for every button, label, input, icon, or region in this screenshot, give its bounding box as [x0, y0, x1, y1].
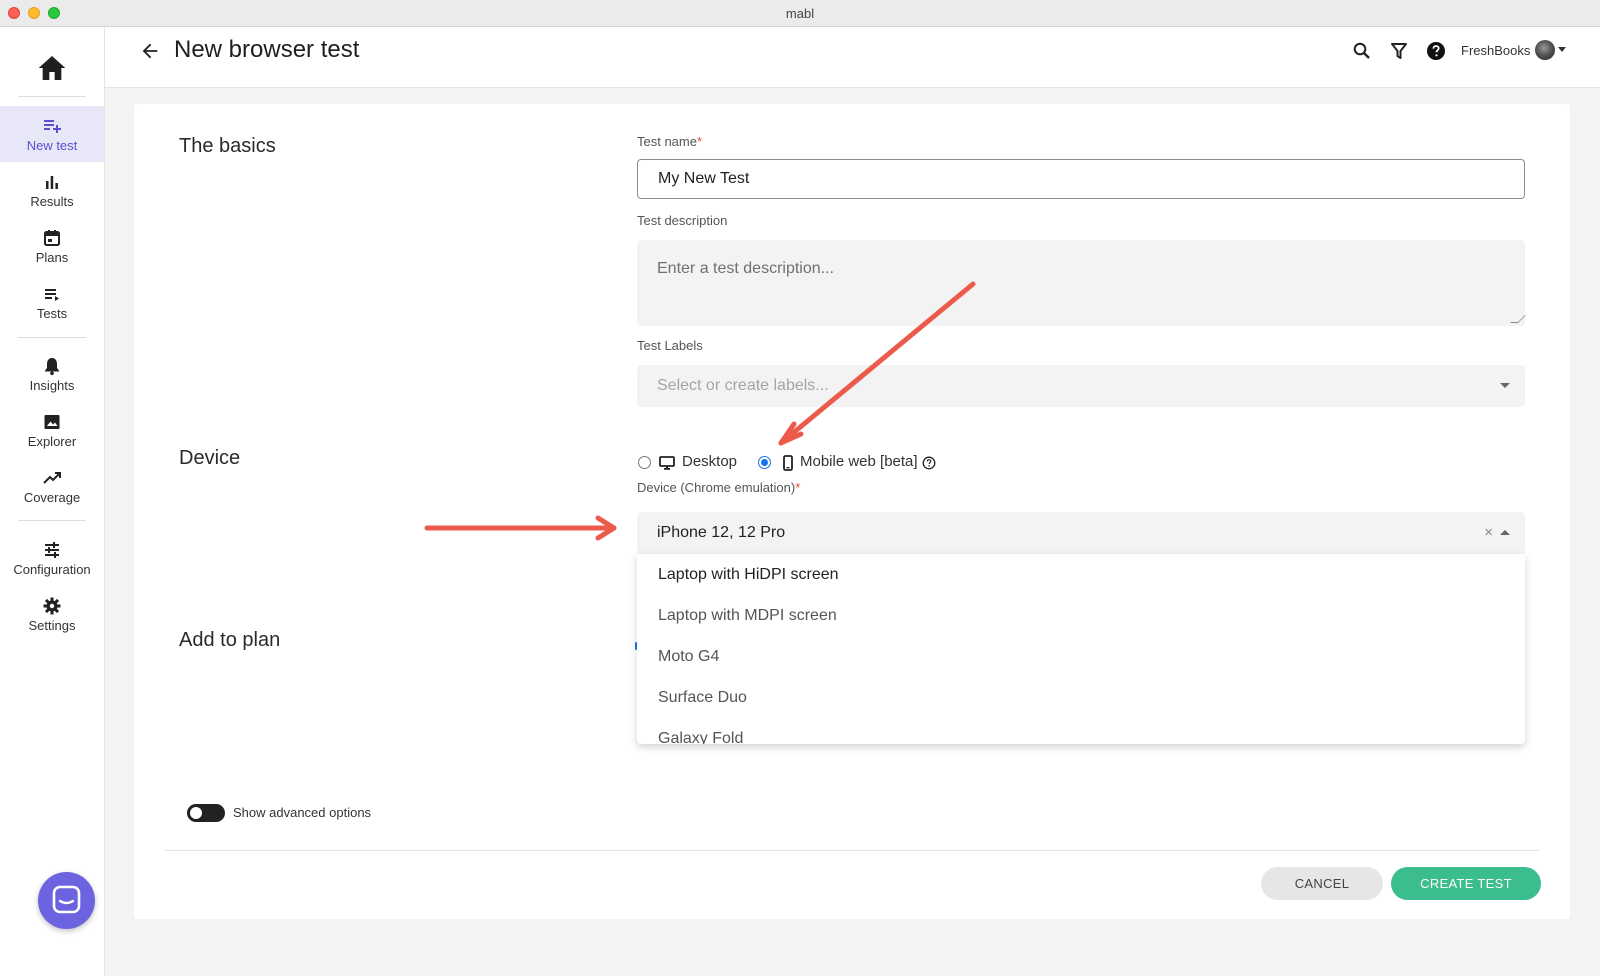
home-icon[interactable] [36, 52, 68, 84]
sidebar-item-label: Plans [35, 250, 69, 265]
sidebar-item-label: Configuration [13, 562, 91, 577]
mobile-web-radio-label[interactable]: Mobile web [beta] [800, 453, 918, 470]
chevron-down-icon [1500, 383, 1510, 388]
advanced-options-label[interactable]: Show advanced options [233, 805, 371, 820]
test-labels-label: Test Labels [637, 338, 703, 353]
window-titlebar: mabl [0, 0, 1600, 27]
section-title-add-to-plan: Add to plan [179, 629, 281, 651]
filter-icon[interactable] [1389, 41, 1409, 61]
list-play-icon [45, 289, 59, 301]
device-emulation-label: Device (Chrome emulation)* [637, 480, 800, 495]
sidebar-item-results[interactable]: Results [0, 162, 104, 218]
dropdown-option[interactable]: Moto G4 [637, 636, 1525, 678]
test-name-input[interactable]: My New Test [637, 159, 1525, 199]
support-chat-button[interactable] [38, 872, 95, 929]
image-icon [44, 415, 60, 429]
sidebar-item-explorer[interactable]: Explorer [0, 402, 104, 458]
section-title-device: Device [179, 447, 241, 469]
sliders-icon [45, 542, 59, 558]
search-icon[interactable] [1352, 41, 1372, 61]
dropdown-option[interactable]: Laptop with HiDPI screen [637, 554, 1525, 596]
chevron-down-icon[interactable] [1558, 47, 1566, 52]
test-name-label-text: Test name [637, 134, 697, 149]
sidebar-item-label: Settings [28, 618, 76, 633]
bell-icon [45, 358, 59, 376]
toggle-knob [190, 807, 202, 819]
create-test-button[interactable]: CREATE TEST [1391, 867, 1541, 900]
description-placeholder: Enter a test description... [657, 260, 834, 277]
sidebar-item-label: New test [26, 138, 78, 153]
sidebar-item-label: Tests [36, 306, 68, 321]
desktop-radio-label[interactable]: Desktop [682, 453, 737, 470]
bar-chart-icon [46, 176, 58, 189]
device-emulation-label-text: Device (Chrome emulation) [637, 480, 796, 495]
cancel-button[interactable]: CANCEL [1261, 867, 1383, 900]
device-select[interactable]: iPhone 12, 12 Pro × [637, 512, 1525, 554]
clear-selection-icon[interactable]: × [1484, 512, 1493, 554]
selected-device: iPhone 12, 12 Pro [657, 524, 786, 541]
back-arrow-icon[interactable] [139, 40, 161, 62]
sidebar-item-coverage[interactable]: Coverage [0, 458, 104, 514]
resize-handle[interactable] [1510, 315, 1526, 323]
calendar-icon [44, 230, 60, 246]
chevron-up-icon[interactable] [1500, 530, 1510, 535]
playlist-add-icon [44, 120, 61, 133]
chat-icon [52, 885, 81, 914]
sidebar-divider [18, 337, 86, 338]
sidebar-divider [18, 96, 86, 97]
sidebar-item-configuration[interactable]: Configuration [0, 530, 104, 586]
footer-divider [165, 850, 1539, 851]
sidebar-item-settings[interactable]: Settings [0, 586, 104, 642]
section-title-basics: The basics [179, 135, 276, 157]
page-header: New browser test FreshBooks [105, 27, 1600, 88]
dropdown-option[interactable]: Surface Duo [637, 677, 1525, 719]
desktop-radio[interactable] [638, 456, 651, 469]
dropdown-option[interactable]: Laptop with MDPI screen [637, 595, 1525, 637]
sidebar-nav: New test Results Plans Tests Insights Ex… [0, 27, 105, 976]
required-mark: * [795, 480, 801, 495]
dropdown-option[interactable]: Galaxy Fold [637, 718, 1525, 744]
test-labels-select[interactable]: Select or create labels... [637, 365, 1525, 407]
page-title: New browser test [174, 36, 360, 63]
smartphone-icon [783, 455, 793, 471]
required-mark: * [696, 134, 703, 149]
avatar[interactable] [1535, 40, 1555, 60]
trending-up-icon [43, 472, 61, 484]
organization-name[interactable]: FreshBooks [1461, 43, 1530, 58]
test-description-label: Test description [637, 213, 728, 228]
advanced-options-toggle[interactable] [187, 804, 225, 822]
help-icon[interactable] [1426, 41, 1446, 61]
sidebar-item-plans[interactable]: Plans [0, 218, 104, 274]
gear-icon [43, 597, 61, 615]
test-name-label: Test name* [637, 134, 702, 149]
window-title: mabl [785, 6, 815, 21]
mobile-web-radio[interactable] [758, 456, 771, 469]
sidebar-item-new-test[interactable]: New test [0, 106, 104, 162]
labels-placeholder: Select or create labels... [657, 377, 829, 394]
sidebar-item-tests[interactable]: Tests [0, 274, 104, 330]
sidebar-item-insights[interactable]: Insights [0, 346, 104, 402]
sidebar-item-label: Results [30, 194, 74, 209]
sidebar-item-label: Coverage [23, 490, 81, 505]
desktop-icon [659, 456, 675, 470]
sidebar-divider [18, 520, 86, 521]
device-dropdown-menu: Laptop with HiDPI screen Laptop with MDP… [637, 554, 1525, 744]
sidebar-item-label: Insights [29, 378, 75, 393]
test-description-input[interactable]: Enter a test description... [637, 240, 1526, 326]
sidebar-item-label: Explorer [27, 434, 77, 449]
new-test-form: The basics Test name* My New Test Test d… [134, 104, 1570, 919]
help-outline-icon[interactable] [922, 456, 936, 470]
